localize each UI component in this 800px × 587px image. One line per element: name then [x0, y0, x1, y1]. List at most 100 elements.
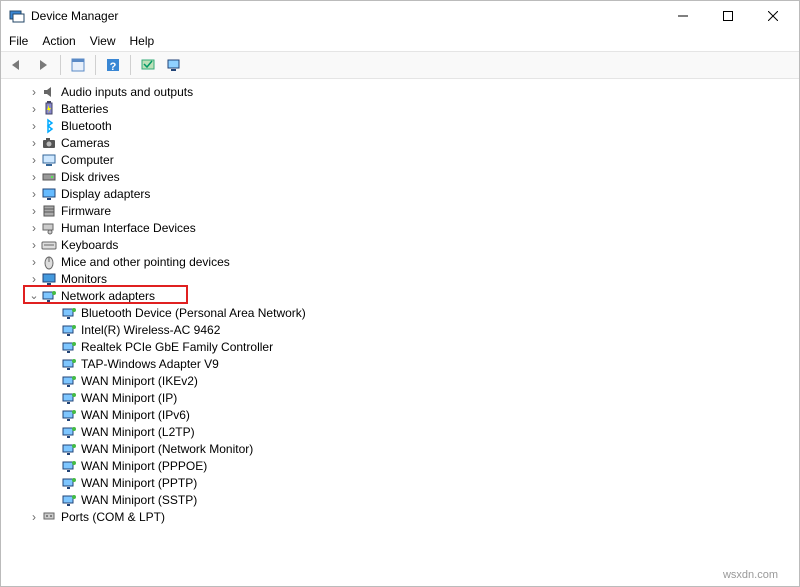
- help-button[interactable]: ?: [101, 53, 125, 77]
- menu-help[interactable]: Help: [130, 34, 155, 48]
- maximize-button[interactable]: [705, 2, 750, 30]
- tree-item[interactable]: Bluetooth Device (Personal Area Network): [7, 304, 799, 321]
- tree-category[interactable]: Cameras: [7, 134, 799, 151]
- chevron-icon[interactable]: [27, 153, 41, 167]
- netadapter-icon: [61, 373, 77, 389]
- category-label: Audio inputs and outputs: [61, 85, 193, 99]
- chevron-icon[interactable]: [27, 136, 41, 150]
- menu-file[interactable]: File: [9, 34, 28, 48]
- category-label: Ports (COM & LPT): [61, 510, 165, 524]
- toolbar-separator: [60, 55, 61, 75]
- camera-icon: [41, 135, 57, 151]
- monitor-icon: [41, 271, 57, 287]
- category-label: Mice and other pointing devices: [61, 255, 230, 269]
- forward-button[interactable]: [31, 53, 55, 77]
- battery-icon: [41, 101, 57, 117]
- chevron-icon[interactable]: [27, 102, 41, 116]
- tree-item[interactable]: WAN Miniport (SSTP): [7, 491, 799, 508]
- tree-item[interactable]: Realtek PCIe GbE Family Controller: [7, 338, 799, 355]
- netadapter-icon: [61, 390, 77, 406]
- tree-item[interactable]: WAN Miniport (PPTP): [7, 474, 799, 491]
- keyboard-icon: [41, 237, 57, 253]
- scan-button[interactable]: [136, 53, 160, 77]
- toolbar-separator: [130, 55, 131, 75]
- tree-category[interactable]: Ports (COM & LPT): [7, 508, 799, 525]
- tree-category[interactable]: Firmware: [7, 202, 799, 219]
- category-label: Disk drives: [61, 170, 120, 184]
- toolbar: ?: [1, 51, 799, 79]
- back-button[interactable]: [5, 53, 29, 77]
- netadapter-icon: [41, 288, 57, 304]
- tree-item[interactable]: WAN Miniport (IPv6): [7, 406, 799, 423]
- category-label: Batteries: [61, 102, 108, 116]
- disk-icon: [41, 169, 57, 185]
- tree-category[interactable]: Monitors: [7, 270, 799, 287]
- chevron-icon[interactable]: [27, 510, 41, 524]
- titlebar: Device Manager: [1, 1, 799, 31]
- tree-category[interactable]: Batteries: [7, 100, 799, 117]
- svg-text:?: ?: [110, 61, 117, 73]
- tree-category[interactable]: Keyboards: [7, 236, 799, 253]
- chevron-icon[interactable]: [27, 289, 41, 302]
- bluetooth-icon: [41, 118, 57, 134]
- menu-view[interactable]: View: [90, 34, 116, 48]
- tree-item[interactable]: WAN Miniport (PPPOE): [7, 457, 799, 474]
- speaker-icon: [41, 84, 57, 100]
- category-label: Network adapters: [61, 289, 155, 303]
- item-label: Bluetooth Device (Personal Area Network): [81, 306, 306, 320]
- netadapter-icon: [61, 458, 77, 474]
- chevron-icon[interactable]: [27, 85, 41, 99]
- tree-category[interactable]: Network adapters: [7, 287, 799, 304]
- chevron-icon[interactable]: [27, 238, 41, 252]
- item-label: TAP-Windows Adapter V9: [81, 357, 219, 371]
- monitor-button[interactable]: [162, 53, 186, 77]
- content-area: Audio inputs and outputsBatteriesBluetoo…: [1, 79, 799, 586]
- mouse-icon: [41, 254, 57, 270]
- chevron-icon[interactable]: [27, 170, 41, 184]
- device-tree[interactable]: Audio inputs and outputsBatteriesBluetoo…: [1, 79, 799, 586]
- chevron-icon[interactable]: [27, 272, 41, 286]
- item-label: WAN Miniport (IPv6): [81, 408, 190, 422]
- chevron-icon[interactable]: [27, 119, 41, 133]
- chevron-icon[interactable]: [27, 187, 41, 201]
- tree-category[interactable]: Mice and other pointing devices: [7, 253, 799, 270]
- device-manager-window: Device Manager File Action View Help ? A…: [0, 0, 800, 587]
- category-label: Monitors: [61, 272, 107, 286]
- chevron-icon[interactable]: [27, 255, 41, 269]
- menu-action[interactable]: Action: [42, 34, 75, 48]
- netadapter-icon: [61, 475, 77, 491]
- tree-item[interactable]: WAN Miniport (IKEv2): [7, 372, 799, 389]
- item-label: WAN Miniport (PPTP): [81, 476, 197, 490]
- tree-category[interactable]: Human Interface Devices: [7, 219, 799, 236]
- tree-item[interactable]: TAP-Windows Adapter V9: [7, 355, 799, 372]
- app-icon: [9, 8, 25, 24]
- ports-icon: [41, 509, 57, 525]
- tree-category[interactable]: Display adapters: [7, 185, 799, 202]
- tree-item[interactable]: WAN Miniport (IP): [7, 389, 799, 406]
- display-icon: [41, 186, 57, 202]
- tree-item[interactable]: WAN Miniport (Network Monitor): [7, 440, 799, 457]
- category-label: Firmware: [61, 204, 111, 218]
- tree-category[interactable]: Computer: [7, 151, 799, 168]
- category-label: Computer: [61, 153, 114, 167]
- tree-item[interactable]: Intel(R) Wireless-AC 9462: [7, 321, 799, 338]
- window-controls: [660, 2, 795, 30]
- netadapter-icon: [61, 407, 77, 423]
- tree-category[interactable]: Bluetooth: [7, 117, 799, 134]
- tree-item[interactable]: WAN Miniport (L2TP): [7, 423, 799, 440]
- close-button[interactable]: [750, 2, 795, 30]
- firmware-icon: [41, 203, 57, 219]
- item-label: WAN Miniport (L2TP): [81, 425, 195, 439]
- tree-category[interactable]: Audio inputs and outputs: [7, 83, 799, 100]
- chevron-icon[interactable]: [27, 221, 41, 235]
- minimize-button[interactable]: [660, 2, 705, 30]
- category-label: Human Interface Devices: [61, 221, 196, 235]
- chevron-icon[interactable]: [27, 204, 41, 218]
- computer-icon: [41, 152, 57, 168]
- item-label: WAN Miniport (IP): [81, 391, 177, 405]
- netadapter-icon: [61, 441, 77, 457]
- tree-category[interactable]: Disk drives: [7, 168, 799, 185]
- category-label: Keyboards: [61, 238, 118, 252]
- properties-button[interactable]: [66, 53, 90, 77]
- item-label: Realtek PCIe GbE Family Controller: [81, 340, 273, 354]
